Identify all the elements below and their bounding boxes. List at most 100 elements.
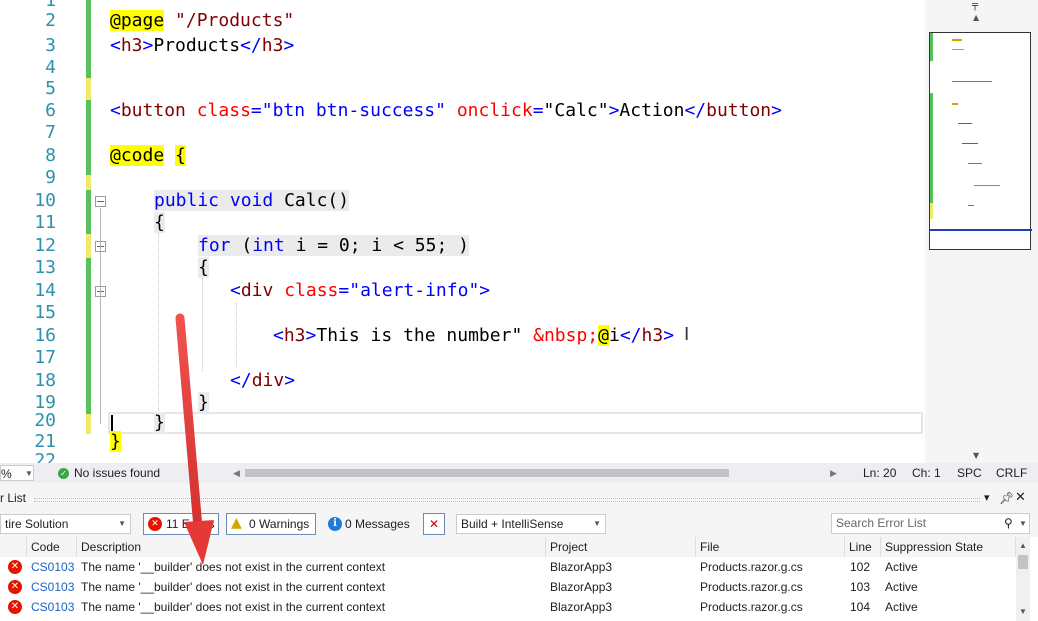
change-indicator (86, 100, 91, 175)
scroll-left-icon[interactable]: ◀ (233, 463, 240, 483)
code-line-6: <button class="btn btn-success" onclick=… (110, 100, 782, 121)
indent-guide (202, 278, 203, 372)
grid-scrollbar-thumb (1018, 555, 1028, 569)
error-icon: ✕ (8, 600, 22, 614)
line-ending-indicator[interactable]: CRLF (996, 463, 1027, 483)
indent-guide (158, 233, 159, 417)
fold-line (100, 208, 101, 424)
code-line-18: </div> (230, 370, 296, 391)
code-line-13: { (198, 257, 209, 278)
messages-filter-button[interactable]: i 0 Messages (322, 513, 412, 535)
column-header-file[interactable]: File (696, 537, 845, 557)
code-line-2: @page "/Products" (110, 10, 295, 31)
search-error-list[interactable]: Search Error List ⚲ ▼ (831, 513, 1030, 534)
error-description: The name '__builder' does not exist in t… (81, 560, 386, 574)
line-number: 2 (45, 10, 56, 31)
code-line-20: } (154, 412, 165, 433)
grid-scrollbar[interactable]: ▲ ▼ (1016, 537, 1030, 621)
column-header-line[interactable]: Line (845, 537, 881, 557)
pin-icon[interactable]: 📌︎ (999, 489, 1014, 507)
panel-title: r List (0, 491, 27, 505)
column-header-icon[interactable] (0, 537, 27, 557)
i-beam-cursor-icon: I (684, 324, 690, 345)
error-state: Active (885, 560, 918, 574)
zoom-level: % (1, 467, 12, 481)
error-description: The name '__builder' does not exist in t… (81, 600, 386, 614)
error-code-link[interactable]: CS0103 (31, 577, 74, 597)
error-icon: ✕ (8, 560, 22, 574)
code-line-8: @code { (110, 145, 186, 166)
grip[interactable] (34, 498, 980, 502)
error-list-panel: r List ▾ 📌︎ ✕ tire Solution ▼ ✕ 11 Errors… (0, 483, 1038, 621)
line-number: 22 (34, 450, 56, 463)
line-number: 8 (45, 145, 56, 166)
scroll-right-icon[interactable]: ▶ (830, 463, 837, 483)
code-line-19: } (198, 392, 209, 413)
line-indicator: Ln: 20 (863, 466, 897, 480)
change-indicator (86, 175, 91, 190)
code-line-3: <h3>Products</h3> (110, 35, 295, 56)
splitter-icon[interactable]: ╤ (972, 1, 978, 11)
line-number: 9 (45, 167, 56, 188)
line-number: 20 (34, 410, 56, 431)
table-row[interactable]: ✕ CS0103 The name '__builder' does not e… (0, 557, 1016, 577)
warning-icon: ▲ (231, 515, 242, 531)
scroll-down-icon[interactable]: ▼ (973, 452, 979, 460)
code-line-21: } (110, 431, 121, 452)
line-number: 17 (34, 347, 56, 368)
info-icon: i (328, 517, 342, 531)
change-indicator (86, 78, 91, 100)
error-code-link[interactable]: CS0103 (31, 597, 74, 617)
indent-guide (236, 303, 237, 367)
search-icon[interactable]: ⚲ (1004, 514, 1013, 533)
chevron-down-icon[interactable]: ▼ (1019, 514, 1027, 533)
line-number: 6 (45, 100, 56, 121)
error-code-link[interactable]: CS0103 (31, 557, 74, 577)
char-indicator: Ch: 1 (912, 466, 941, 480)
error-state: Active (885, 580, 918, 594)
build-filter-dropdown[interactable]: Build + IntelliSense ▼ (456, 514, 606, 534)
line-number: 16 (34, 325, 56, 346)
search-input[interactable]: Search Error List (836, 514, 926, 533)
error-grid: Code Description Project File Line Suppr… (0, 537, 1038, 621)
error-icon: ✕ (8, 580, 22, 594)
scroll-up-icon[interactable]: ▲ (973, 14, 979, 22)
column-header-code[interactable]: Code (27, 537, 77, 557)
clear-filter-icon[interactable]: ✕ (423, 513, 445, 535)
check-icon: ✓ (58, 468, 69, 479)
line-number: 12 (34, 235, 56, 256)
line-number: 14 (34, 280, 56, 301)
column-header-suppression-state[interactable]: Suppression State (881, 537, 1016, 557)
error-list-header: r List ▾ 📌︎ ✕ (0, 489, 1038, 509)
editor-status-bar: % ▼ ✓ No issues found ◀ ▶ Ln: 20 Ch: 1 S… (0, 463, 1038, 483)
errors-filter-button[interactable]: ✕ 11 Errors (143, 513, 219, 535)
window-menu-icon[interactable]: ▾ (984, 489, 990, 507)
issues-status[interactable]: No issues found (74, 463, 160, 483)
error-project: BlazorApp3 (550, 580, 613, 594)
scroll-up-icon: ▲ (1019, 541, 1027, 550)
horizontal-scrollbar-thumb[interactable] (245, 469, 729, 477)
code-line-11: { (154, 212, 165, 233)
zoom-combo[interactable]: % ▼ (0, 465, 34, 481)
table-row[interactable]: ✕ CS0103 The name '__builder' does not e… (0, 597, 1016, 617)
column-header-project[interactable]: Project (546, 537, 696, 557)
column-header-description[interactable]: Description (77, 537, 546, 557)
collapse-icon[interactable]: − (95, 196, 106, 207)
code-editor[interactable]: 1 2 3 4 5 6 7 8 9 10 11 12 13 14 15 16 1… (0, 0, 925, 463)
warnings-filter-button[interactable]: ▲ 0 Warnings (226, 513, 316, 535)
error-state: Active (885, 600, 918, 614)
code-line-12: for (int i = 0; i < 55; ) (198, 235, 469, 256)
error-file: Products.razor.g.cs (700, 600, 803, 614)
spacing-indicator[interactable]: SPC (957, 463, 982, 483)
text-cursor (111, 415, 113, 432)
table-row[interactable]: ✕ CS0103 The name '__builder' does not e… (0, 577, 1016, 597)
close-icon[interactable]: ✕ (1015, 489, 1026, 507)
scope-dropdown[interactable]: tire Solution ▼ (0, 514, 131, 534)
error-file: Products.razor.g.cs (700, 580, 803, 594)
change-indicator (86, 414, 91, 434)
error-project: BlazorApp3 (550, 560, 613, 574)
line-number: 4 (45, 57, 56, 78)
overview-margin[interactable]: ╤ ▲ ▼ (925, 0, 1038, 463)
minimap-viewport[interactable] (929, 32, 1032, 250)
current-line-highlight (108, 412, 923, 434)
